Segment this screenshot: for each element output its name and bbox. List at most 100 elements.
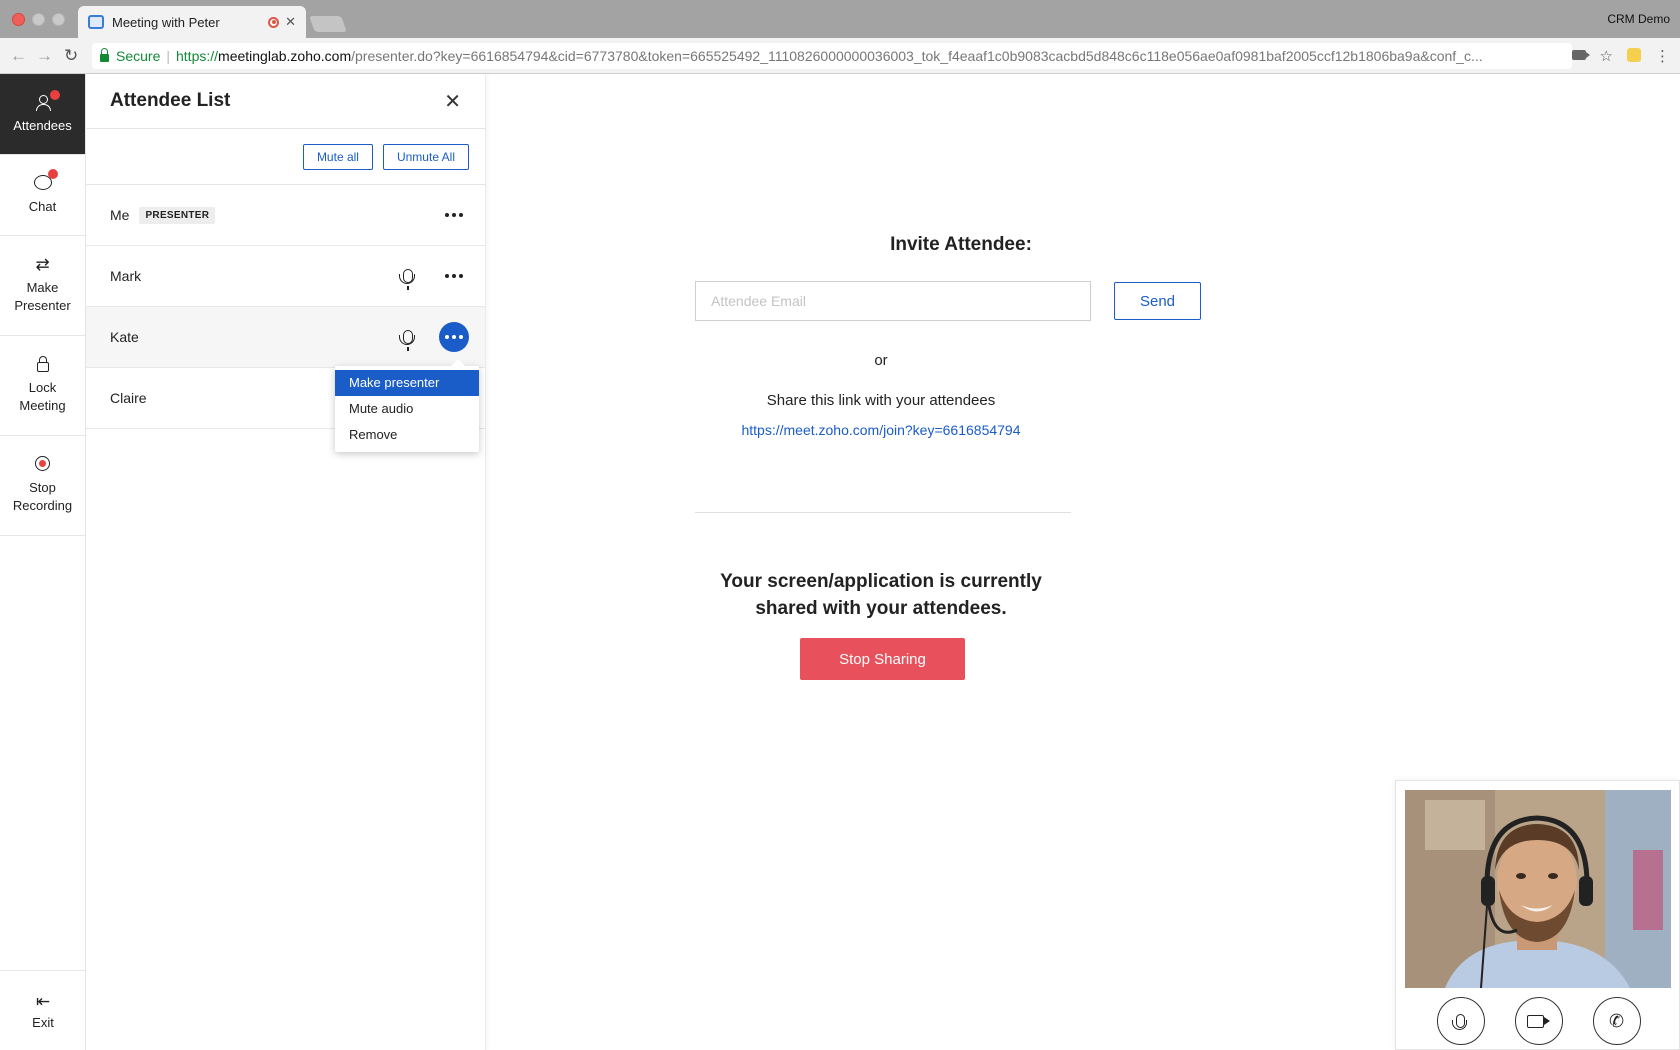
attendee-name: Claire	[110, 390, 147, 406]
invite-row: Send	[695, 281, 1201, 321]
secure-lock-icon	[100, 48, 109, 62]
close-icon[interactable]: ✕	[444, 89, 461, 114]
share-link[interactable]: https://meet.zoho.com/join?key=661685479…	[486, 422, 1276, 438]
recording-indicator-icon	[268, 16, 280, 28]
rail-chat[interactable]: Chat	[0, 155, 85, 236]
browser-tab[interactable]: Meeting with Peter ✕	[78, 6, 306, 38]
attendee-name: Kate	[110, 329, 139, 345]
rail-attendees-label: Attendees	[13, 117, 72, 133]
rail-lock-label-2: Meeting	[19, 398, 66, 413]
participant-video	[1405, 790, 1671, 988]
attendees-notification-badge	[49, 89, 60, 100]
screen-shared-line-2: shared with your attendees.	[755, 598, 1007, 619]
lock-icon	[36, 356, 49, 376]
forward-icon[interactable]: →	[36, 46, 53, 66]
chat-notification-badge	[47, 168, 58, 179]
window-close-button[interactable]	[12, 13, 25, 26]
or-text: or	[874, 352, 888, 369]
attendee-panel: Attendee List ✕ Mute all Unmute All Me P…	[86, 74, 486, 1050]
record-icon	[35, 456, 50, 476]
panel-header: Attendee List ✕	[86, 74, 485, 129]
browser-profile-name[interactable]: CRM Demo	[1607, 12, 1670, 26]
url-scheme: https://	[176, 48, 219, 64]
stop-sharing-button[interactable]: Stop Sharing	[800, 638, 965, 680]
attendees-icon	[34, 89, 60, 114]
toggle-mic-button[interactable]	[1436, 997, 1485, 1045]
address-bar[interactable]: Secure | https://meetinglab.zoho.com/pre…	[92, 43, 1572, 69]
window-zoom-button[interactable]	[52, 13, 65, 26]
attendee-name: Mark	[110, 268, 142, 284]
menu-item-remove[interactable]: Remove	[335, 422, 479, 448]
phone-icon: ✆	[1608, 1010, 1625, 1031]
unmute-all-button[interactable]: Unmute All	[382, 143, 469, 170]
rail-exit[interactable]: ⇤ Exit	[0, 970, 86, 1050]
attendee-options-menu: Make presenter Mute audio Remove	[335, 359, 479, 452]
window-minimize-button[interactable]	[32, 13, 45, 26]
more-options-button[interactable]	[439, 261, 469, 291]
dot	[445, 335, 449, 339]
rail-chat-label: Chat	[28, 198, 57, 214]
toolbar-icons: ☆ ⋮	[1571, 47, 1670, 65]
url-host: meetinglab.zoho.com	[218, 48, 352, 64]
secure-label: Secure	[116, 48, 161, 64]
zoho-meeting-favicon-icon	[88, 15, 104, 29]
screen-shared-line-1: Your screen/application is currently	[720, 571, 1042, 592]
exit-icon: ⇤	[35, 991, 51, 1011]
menu-item-mute-audio[interactable]: Mute audio	[335, 396, 479, 422]
dot	[445, 274, 449, 278]
browser-toolbar: ← → ↻ Secure | https://meetinglab.zoho.c…	[0, 38, 1680, 74]
dot	[445, 213, 449, 217]
call-button[interactable]: ✆	[1592, 997, 1641, 1045]
swap-arrows-icon: ⇄	[35, 255, 50, 274]
rail-lock-meeting[interactable]: Lock Meeting	[0, 336, 85, 436]
rail-make-presenter-label-2: Presenter	[14, 298, 71, 313]
tab-close-icon[interactable]: ✕	[285, 14, 296, 30]
toggle-camera-button[interactable]	[1514, 997, 1563, 1045]
rail-stop-rec-label-1: Stop	[29, 480, 56, 495]
attendee-name: Me	[110, 207, 130, 223]
share-link-label: Share this link with your attendees	[766, 392, 996, 409]
rail-make-presenter[interactable]: ⇄ Make Presenter	[0, 236, 85, 336]
url-separator: |	[166, 48, 170, 64]
dot	[459, 274, 463, 278]
browser-menu-icon[interactable]: ⋮	[1655, 47, 1670, 65]
attendee-row-me: Me PRESENTER	[86, 185, 485, 246]
dot	[452, 335, 456, 339]
attendee-row-mark: Mark	[86, 246, 485, 307]
panel-actions: Mute all Unmute All	[86, 129, 485, 185]
rail-stop-rec-label-2: Recording	[12, 498, 73, 513]
camera-permission-icon[interactable]	[1571, 50, 1590, 60]
rail-exit-label: Exit	[32, 1014, 54, 1030]
screen-shared-message: Your screen/application is currently sha…	[486, 568, 1276, 622]
attendee-name-wrap: Me PRESENTER	[110, 206, 439, 224]
microphone-icon[interactable]	[399, 269, 415, 290]
dot	[459, 335, 463, 339]
attendee-name-wrap: Mark	[110, 268, 403, 284]
new-tab-button[interactable]	[309, 16, 347, 32]
microphone-icon[interactable]	[399, 330, 415, 351]
bookmark-star-icon[interactable]: ☆	[1600, 47, 1613, 65]
back-icon[interactable]: ←	[10, 46, 27, 66]
rail-attendees[interactable]: Attendees	[0, 74, 85, 155]
attendee-email-input[interactable]	[695, 281, 1091, 321]
dot	[452, 213, 456, 217]
send-button[interactable]: Send	[1114, 282, 1201, 320]
more-options-button[interactable]	[439, 200, 469, 230]
mute-all-button[interactable]: Mute all	[302, 143, 373, 170]
dot	[459, 213, 463, 217]
microphone-icon	[1452, 1014, 1467, 1030]
invite-title: Invite Attendee:	[890, 234, 1032, 255]
left-rail: Attendees Chat ⇄ Make Presenter Lock Mee…	[0, 74, 86, 1050]
reload-icon[interactable]: ↻	[64, 46, 78, 66]
participant-video-image	[1405, 790, 1671, 988]
divider	[695, 512, 1071, 513]
more-options-button-active[interactable]	[439, 322, 469, 352]
chat-icon	[33, 168, 58, 195]
rail-lock-label-1: Lock	[28, 380, 57, 395]
extension-icon[interactable]	[1627, 48, 1641, 62]
attendee-row-kate: Kate	[86, 307, 485, 368]
menu-item-make-presenter[interactable]: Make presenter	[335, 370, 479, 396]
attendee-name-wrap: Kate	[110, 329, 403, 345]
rail-stop-recording[interactable]: Stop Recording	[0, 436, 85, 536]
tab-title: Meeting with Peter	[112, 14, 220, 30]
